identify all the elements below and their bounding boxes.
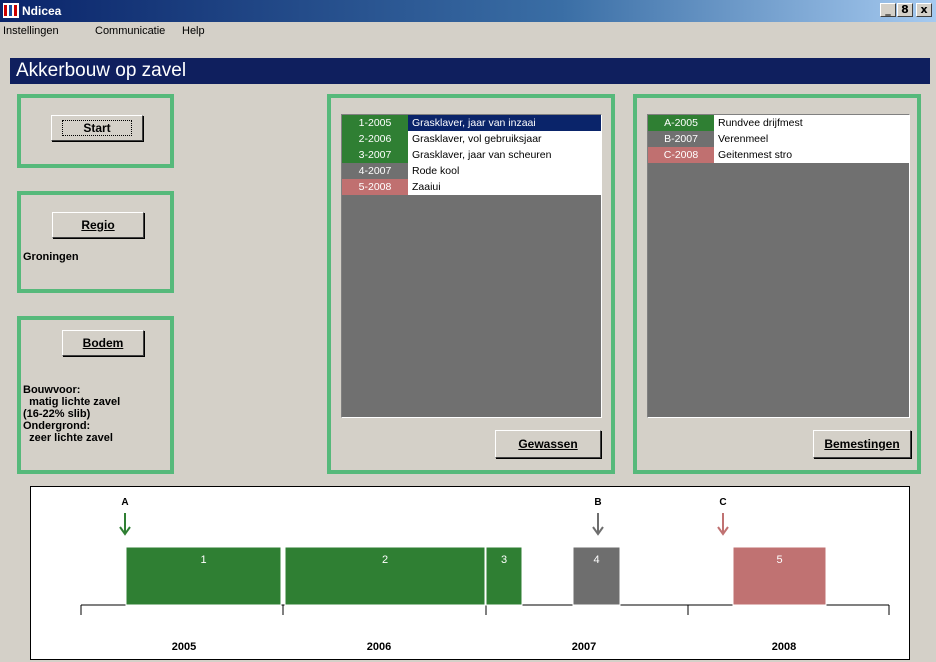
crops-list[interactable]: 1-2005 Grasklaver, jaar van inzaai 2-2006 G…: [341, 114, 602, 418]
minimize-button[interactable]: _: [880, 3, 896, 17]
fertilizers-list-item[interactable]: B-2007 Verenmeel: [648, 131, 909, 147]
crop-bar-label: 3: [501, 554, 507, 566]
start-panel: Start: [17, 94, 174, 168]
start-button[interactable]: Start: [51, 115, 143, 141]
menu-communicatie[interactable]: Communicatie: [95, 25, 165, 37]
crops-name: Grasklaver, vol gebruiksjaar: [412, 133, 542, 145]
crops-name: Zaaiui: [412, 181, 441, 193]
close-button[interactable]: x: [916, 3, 932, 17]
page-title: Akkerbouw op zavel: [10, 58, 930, 84]
title-bar: Ndicea _ 8 x: [0, 0, 936, 22]
app-icon: [3, 3, 19, 18]
fertilizers-list[interactable]: A-2005 Rundvee drijfmest B-2007 Verenmeel C-…: [647, 114, 910, 418]
crops-name: Rode kool: [412, 165, 460, 177]
crops-list-item[interactable]: 2-2006 Grasklaver, vol gebruiksjaar: [342, 131, 601, 147]
fertilizers-code: C-2008: [648, 147, 714, 163]
fertilizers-name: Rundvee drijfmest: [718, 117, 803, 129]
menu-bar: Instellingen Communicatie Help: [0, 22, 936, 42]
crops-list-item[interactable]: 5-2008 Zaaiui: [342, 179, 601, 195]
region-value: Groningen: [23, 251, 79, 263]
crops-code: 3-2007: [342, 147, 408, 163]
fertilizers-code: A-2005: [648, 115, 714, 131]
year-label: 2006: [367, 641, 391, 653]
crops-list-item[interactable]: 3-2007 Grasklaver, jaar van scheuren: [342, 147, 601, 163]
menu-instellingen[interactable]: Instellingen: [3, 25, 59, 37]
region-panel: Regio Groningen: [17, 191, 174, 293]
soil-info: Bouwvoor: matig lichte zavel (16-22% sli…: [23, 384, 121, 444]
maximize-button[interactable]: 8: [897, 3, 913, 17]
marker-label: C: [719, 497, 726, 508]
soil-panel: Bodem Bouwvoor: matig lichte zavel (16-2…: [17, 316, 174, 474]
fertilizers-button[interactable]: Bemestingen: [813, 430, 911, 458]
menu-help[interactable]: Help: [182, 25, 205, 37]
crops-name: Grasklaver, jaar van scheuren: [412, 149, 552, 161]
fertilizers-list-item[interactable]: C-2008 Geitenmest stro: [648, 147, 909, 163]
fertilizers-panel: A-2005 Rundvee drijfmest B-2007 Verenmeel C-…: [633, 94, 921, 474]
soil-button-label: Bodem: [82, 336, 124, 350]
crop-bar-label: 1: [200, 554, 206, 566]
crops-panel: 1-2005 Grasklaver, jaar van inzaai 2-2006 G…: [327, 94, 615, 474]
timeline-chart: 2005 2006 2007 2008 1 2 3 4 5 A B C: [80, 497, 890, 653]
fertilizers-button-label: Bemestingen: [824, 437, 900, 451]
marker-label: B: [594, 497, 601, 508]
crop-bar-label: 2: [382, 554, 388, 566]
fertilizers-code: B-2007: [648, 131, 714, 147]
crops-button-label: Gewassen: [518, 437, 578, 451]
crop-bar-label: 4: [593, 554, 599, 566]
soil-button[interactable]: Bodem: [62, 330, 144, 356]
crops-name: Grasklaver, jaar van inzaai: [412, 117, 536, 129]
marker-label: A: [121, 497, 128, 508]
fertilizers-name: Verenmeel: [718, 133, 769, 145]
crops-code: 2-2006: [342, 131, 408, 147]
crops-button[interactable]: Gewassen: [495, 430, 601, 458]
crop-bar-label: 5: [776, 554, 782, 566]
fertilizers-list-item[interactable]: A-2005 Rundvee drijfmest: [648, 115, 909, 131]
year-label: 2007: [572, 641, 596, 653]
crops-code: 4-2007: [342, 163, 408, 179]
crops-list-item[interactable]: 4-2007 Rode kool: [342, 163, 601, 179]
year-label: 2005: [172, 641, 196, 653]
rotation-timeline: 2005 2006 2007 2008 1 2 3 4 5 A B C: [30, 486, 910, 660]
year-label: 2008: [772, 641, 796, 653]
crops-code: 1-2005: [342, 115, 408, 131]
crops-code: 5-2008: [342, 179, 408, 195]
crops-list-item[interactable]: 1-2005 Grasklaver, jaar van inzaai: [342, 115, 601, 131]
fertilizers-name: Geitenmest stro: [718, 149, 793, 161]
region-button-label: Regio: [81, 218, 115, 232]
start-button-label: Start: [62, 120, 132, 136]
region-button[interactable]: Regio: [52, 212, 144, 238]
window-title: Ndicea: [22, 4, 62, 18]
